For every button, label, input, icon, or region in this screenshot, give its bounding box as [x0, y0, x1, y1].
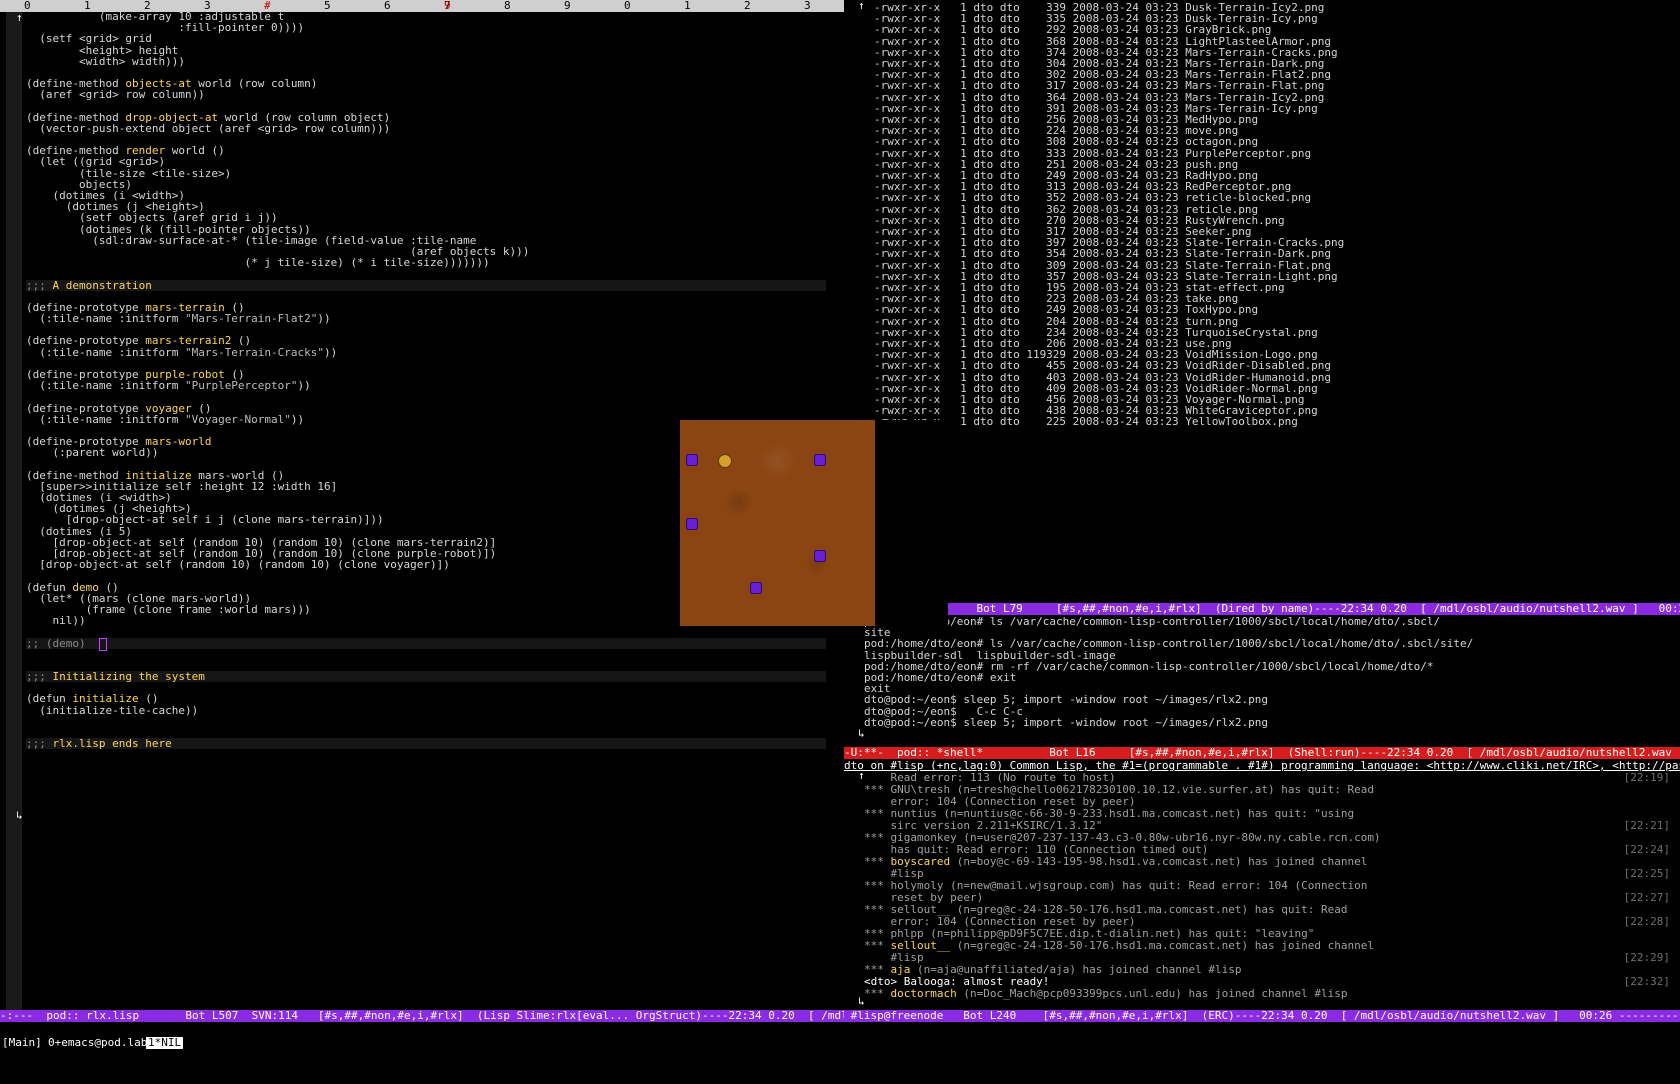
left-gutter — [6, 0, 22, 1010]
purple-robot-sprite — [686, 454, 698, 466]
chat-timestamp: [22:29] — [1623, 951, 1670, 964]
code-modeline[interactable]: -:--- pod:: rlx.lisp Bot L507 SVN:114 [#… — [0, 1010, 844, 1022]
chat-line: *** holymoly (n=new@mail.wjsgroup.com) h… — [864, 879, 1368, 892]
purple-robot-sprite — [750, 582, 762, 594]
erc-modeline[interactable]: #lisp@freenode Bot L240 [#s,##,#non,#e,i… — [844, 1010, 1680, 1022]
chat-timestamp: [22:27] — [1623, 891, 1670, 904]
workspace-label: [Main] — [2, 1036, 42, 1049]
code-line[interactable]: ;;; A demonstration — [26, 279, 826, 291]
taskbar-item-emacs[interactable]: 0+emacs@pod.lab — [48, 1037, 147, 1049]
chat-timestamp: [22:28] — [1623, 915, 1670, 928]
chat-timestamp: [22:21] — [1623, 819, 1670, 832]
text-cursor — [98, 637, 107, 651]
window-manager-bar: [Main] 0+emacs@pod.lab 1*NIL — [0, 1036, 1680, 1050]
scroll-up-arrow-icon: ↑ — [858, 0, 865, 12]
erc-topic-bar: dto on #lisp (+nc,lag:0) Common Lisp, th… — [844, 760, 1680, 772]
chat-line: *** sellout__ (n=greg@c-24-128-50-176.hs… — [864, 939, 1374, 952]
scroll-up-arrow-icon: ↑ — [858, 769, 865, 782]
taskbar-item-nil[interactable]: 1*NIL — [146, 1037, 184, 1049]
code-line[interactable] — [26, 626, 826, 637]
shell-modeline[interactable]: -U:**- pod:: *shell* Bot L16 [#s,##,#non… — [844, 747, 1680, 759]
voyager-sprite — [718, 454, 732, 468]
code-line[interactable]: (:tile-name :initform "Mars-Terrain-Flat… — [26, 313, 826, 324]
purple-robot-sprite — [814, 454, 826, 466]
game-window[interactable] — [680, 420, 948, 626]
dired-modeline[interactable]: Bot L79 [#s,##,#non,#e,i,#rlx] (Dired by… — [844, 603, 1680, 615]
purple-robot-sprite — [686, 518, 698, 530]
chat-timestamp: [22:25] — [1623, 867, 1670, 880]
code-line[interactable]: (aref <grid> row column)) — [26, 89, 826, 100]
code-line[interactable]: (* j tile-size) (* i tile-size))))))) — [26, 257, 826, 268]
mars-terrain-map[interactable] — [680, 420, 875, 626]
chat-line: *** boyscared (n=boy@c-69-143-195-98.hsd… — [864, 855, 1368, 868]
code-line[interactable]: ;;; Initializing the system — [26, 671, 826, 683]
shell-line: pod:/home/dto/eon# ls /var/cache/common-… — [864, 615, 1441, 628]
dired-pane[interactable]: -rwxr-xr-x 1 dto dto 339 2008-03-24 03:2… — [850, 0, 1680, 603]
scroll-up-arrow-icon: ↑ — [16, 11, 23, 24]
code-line[interactable]: <width> width))) — [26, 56, 826, 67]
chat-timestamp: [22:24] — [1623, 843, 1670, 856]
erc-pane[interactable]: Read error: 113 (No route to host) [22:19… — [850, 772, 1680, 1010]
code-line[interactable]: ;; (demo) — [26, 637, 826, 651]
code-line[interactable]: (vector-push-extend object (aref <grid> … — [26, 123, 826, 134]
code-line[interactable] — [26, 716, 826, 727]
chat-timestamp: [22:19] — [1623, 772, 1670, 784]
code-line[interactable]: (:tile-name :initform "PurplePerceptor")… — [26, 380, 826, 391]
lisp-source-buffer[interactable]: (make-array 10 :adjustable t :fill-point… — [26, 11, 826, 750]
code-line[interactable]: (tile-size <tile-size>) — [26, 168, 826, 179]
shell-line: dto@pod:~/eon$ sleep 5; import -window r… — [864, 715, 1268, 729]
shell-pane[interactable]: pod:/home/dto/eon# ls /var/cache/common-… — [850, 615, 1680, 747]
erc-prompt-icon: ↳ — [858, 995, 865, 1008]
code-line[interactable]: ;;; rlx.lisp ends here — [26, 738, 826, 750]
code-line[interactable]: (initialize-tile-cache)) — [26, 705, 826, 716]
chat-line: *** doctormach (n=Doc_Mach@pcp093399pcs.… — [864, 987, 1348, 1000]
buffer-end-icon: ↳ — [16, 809, 23, 822]
code-line[interactable]: (:tile-name :initform "Mars-Terrain-Crac… — [26, 347, 826, 358]
purple-robot-sprite — [814, 550, 826, 562]
code-line[interactable] — [26, 649, 826, 660]
chat-timestamp: [22:32] — [1623, 975, 1670, 988]
shell-cursor-icon: ↳ — [858, 727, 865, 740]
